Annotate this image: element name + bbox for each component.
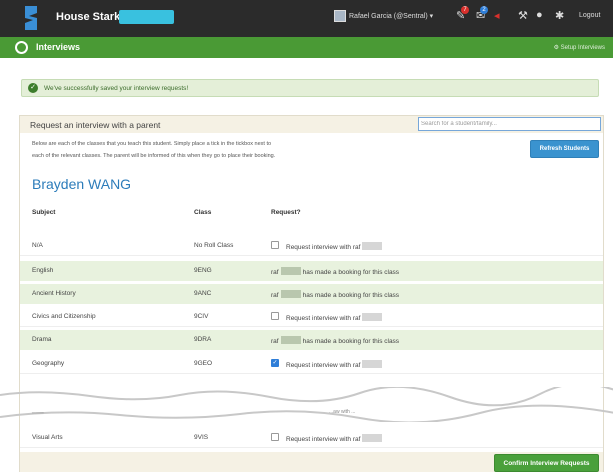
row-class: 9ENG: [194, 267, 212, 274]
torn-fragment-text: ...aw with ...: [329, 409, 356, 415]
request-checkbox[interactable]: [271, 312, 279, 320]
app-badge: [119, 10, 174, 24]
table-row: N/A No Roll Class Request interview with…: [20, 236, 603, 256]
request-checkbox[interactable]: [271, 433, 279, 441]
message-count: 2: [480, 6, 488, 14]
booking-status: raf has made a booking for this class: [271, 267, 400, 276]
table-row: Drama 9DRA raf has made a booking for thi…: [20, 330, 603, 350]
setup-interviews-link[interactable]: ⚙ Setup Interviews: [554, 44, 605, 51]
gear-icon[interactable]: ✱: [555, 9, 564, 22]
row-subject: N/A: [32, 242, 43, 249]
row-subject: English: [32, 267, 54, 274]
request-checkbox[interactable]: [271, 241, 279, 249]
wrench-icon[interactable]: ⚒: [518, 9, 528, 22]
logout-link[interactable]: Logout: [579, 12, 600, 19]
student-search-input[interactable]: [418, 117, 601, 131]
help-icon[interactable]: ●: [536, 9, 543, 21]
torn-edge-graphic: [0, 387, 613, 422]
request-label: Request interview with raf: [286, 360, 384, 369]
description-line-2: each of the relevant classes. The parent…: [32, 153, 276, 159]
column-header-request: Request?: [271, 209, 301, 216]
row-class: 9DRA: [194, 336, 212, 343]
confirm-interview-requests-button[interactable]: Confirm Interview Requests: [494, 454, 599, 472]
panel-title: Request an interview with a parent: [30, 120, 161, 130]
app-title[interactable]: House Stark: [56, 11, 120, 23]
table-row: Civics and Citizenship 9CIV Request inte…: [20, 307, 603, 327]
panel-heading: Request an interview with a parent: [19, 115, 604, 133]
table-row: Ancient History 9ANC raf has made a booki…: [20, 284, 603, 304]
torn-divider: [0, 387, 613, 422]
row-class: 9CIV: [194, 313, 209, 320]
request-label: Request interview with raf: [286, 242, 384, 251]
request-checkbox-checked[interactable]: ✓: [271, 359, 279, 367]
alert-text: We've successfully saved your interview …: [44, 85, 189, 92]
refresh-students-button[interactable]: Refresh Students: [530, 140, 599, 158]
row-subject: Ancient History: [32, 290, 76, 297]
success-alert: ✓ We've successfully saved your intervie…: [21, 79, 599, 97]
column-header-class: Class: [194, 209, 212, 216]
column-header-subject: Subject: [32, 209, 56, 216]
torn-fragment-subject: ▁▁▁: [32, 408, 44, 414]
row-class: 9VIS: [194, 434, 209, 441]
row-class: No Roll Class: [194, 242, 234, 249]
interviews-icon: [15, 41, 28, 54]
booking-status: raf has made a booking for this class: [271, 290, 400, 299]
student-name: Brayden WANG: [32, 176, 132, 192]
user-avatar-icon[interactable]: [334, 10, 346, 22]
top-navbar: House Stark Rafael Garcia (@Sentral) ▾ ✎…: [0, 0, 613, 37]
row-subject: Civics and Citizenship: [32, 313, 96, 320]
panel-body: Below are each of the classes that you t…: [0, 133, 613, 472]
table-row: English 9ENG raf has made a booking for t…: [20, 261, 603, 281]
page-title: Interviews: [36, 42, 81, 52]
request-label: Request interview with raf: [286, 434, 384, 443]
page-header: Interviews ⚙ Setup Interviews: [0, 37, 613, 58]
table-row: Geography 9GEO ✓ Request interview with …: [20, 354, 603, 374]
table-row: Visual Arts 9VIS Request interview with …: [20, 428, 603, 448]
request-label: Request interview with raf: [286, 313, 384, 322]
row-subject: Geography: [32, 360, 65, 367]
row-subject: Visual Arts: [32, 434, 63, 441]
announcement-icon[interactable]: ◂: [494, 9, 500, 22]
booking-status: raf has made a booking for this class: [271, 336, 400, 345]
user-menu[interactable]: Rafael Garcia (@Sentral) ▾: [349, 12, 433, 20]
notification-count: 7: [461, 6, 469, 14]
row-subject: Drama: [32, 336, 52, 343]
description-line-1: Below are each of the classes that you t…: [32, 141, 272, 147]
check-circle-icon: ✓: [28, 83, 38, 93]
sentral-logo-icon[interactable]: [22, 4, 40, 32]
row-class: 9ANC: [194, 290, 212, 297]
row-class: 9GEO: [194, 360, 213, 367]
